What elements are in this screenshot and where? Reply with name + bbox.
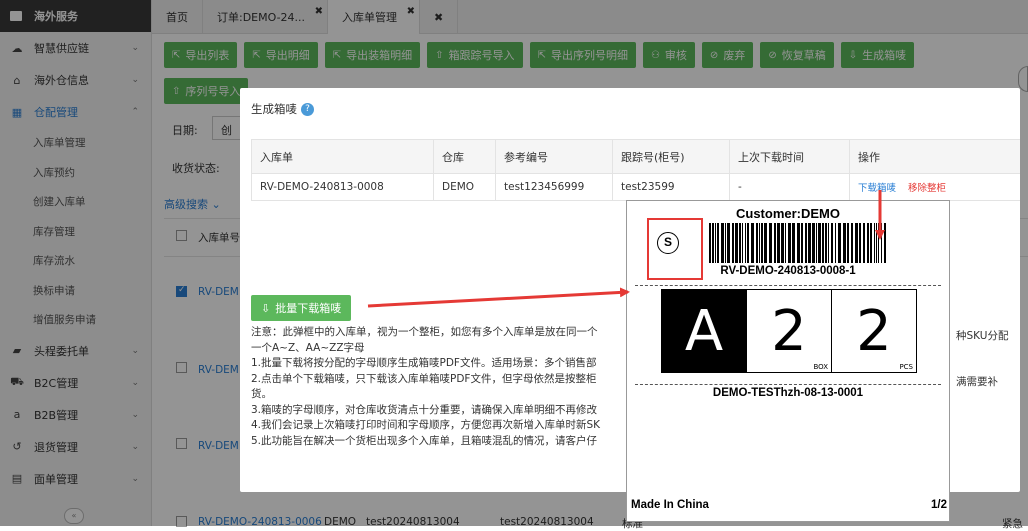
barcode-bar [825,223,827,263]
barcode-bar [843,223,846,263]
download-label-link[interactable]: 下载箱唛 [858,183,896,194]
table-row: RV-DEMO-240813-0008 DEMO test123456999 t… [251,173,1020,201]
help-icon[interactable]: ? [301,102,314,116]
label-box-count: 2 BOX [746,290,831,372]
dashed-divider [635,285,941,286]
label-sku: DEMO-TESThzh-08-13-0001 [712,387,864,399]
barcode-bar [788,223,791,263]
table-header-row: 入库单 仓库 参考编号 跟踪号(柜号) 上次下载时间 操作 [251,139,1020,174]
barcode-bar [732,223,734,263]
note-fragment: 满需要补 [956,376,998,388]
modal-title: 生成箱唛? [251,101,314,117]
label-barcode-text: RV-DEMO-240813-0008-1 [720,265,856,277]
modal-title-text: 生成箱唛 [251,102,297,116]
column-header: 上次下载时间 [729,139,850,174]
barcode-bar [781,223,784,263]
cell-actions: 下载箱唛 移除整柜 [849,173,1020,201]
label-pcs-count: 2 PCS [831,290,916,372]
barcode-bar [764,223,767,263]
batch-download-button[interactable]: ⇩ 批量下载箱唛 [251,295,352,321]
column-header: 入库单 [251,139,434,174]
barcode-bar [831,223,833,263]
barcode-image [709,223,886,263]
barcode-bar [838,223,841,263]
cell-warehouse: DEMO [433,173,496,201]
barcode-bar [805,223,807,263]
barcode-bar [756,223,758,263]
barcode-bar [717,223,719,263]
barcode-bar [715,223,716,263]
cell-tracking: test23599 [612,173,730,201]
barcode-bar [727,223,730,263]
barcode-bar [851,223,853,263]
barcode-bar [818,223,821,263]
barcode-bar [816,223,817,263]
label-symbol: S [657,232,679,254]
barcode-bar [739,223,741,263]
barcode-bar [859,223,861,263]
label-page: 1/2 [931,499,947,511]
barcode-bar [721,223,724,263]
column-header: 操作 [849,139,1020,174]
column-header: 仓库 [433,139,496,174]
button-label: 批量下载箱唛 [275,302,342,315]
barcode-bar [797,223,800,263]
barcode-bar [785,223,786,263]
label-letter: A [662,290,746,372]
barcode-bar [751,223,754,263]
pcs-unit: PCS [899,363,913,371]
cell-reference: test123456999 [495,173,613,201]
barcode-bar [745,223,746,263]
barcode-bar [812,223,815,263]
barcode-bar [769,223,772,263]
barcode-bar [801,223,803,263]
barcode-bar [878,223,879,263]
barcode-bar [874,223,875,263]
barcode-bar [774,223,776,263]
barcode-bar [835,223,836,263]
barcode-bar [759,223,760,263]
label-origin: Made In China [631,499,709,511]
barcode-bar [742,223,743,263]
label-box-grid: A 2 BOX 2 PCS [661,289,917,373]
barcode-bar [863,223,865,263]
barcode-bar [792,223,795,263]
barcode-bar [855,223,858,263]
box-unit: BOX [813,363,828,371]
barcode-bar [867,223,869,263]
barcode-bar [881,223,882,263]
barcode-bar [777,223,780,263]
barcode-bar [822,223,824,263]
barcode-bar [808,223,811,263]
barcode-bar [828,223,829,263]
column-header: 参考编号 [495,139,613,174]
modal-table: 入库单 仓库 参考编号 跟踪号(柜号) 上次下载时间 操作 RV-DEMO-24… [251,139,1020,201]
dashed-divider [635,384,941,385]
shipping-label-preview: Customer:DEMO S RV-DEMO-240813-0008-1 A … [626,200,950,522]
cell-inbound: RV-DEMO-240813-0008 [251,173,434,201]
barcode-bar [735,223,738,263]
remove-container-link[interactable]: 移除整柜 [908,183,946,194]
barcode-bar [876,223,877,263]
barcode-bar [712,223,714,263]
column-header: 跟踪号(柜号) [612,139,730,174]
box-count-value: 2 [771,298,807,364]
pcs-count-value: 2 [856,298,892,364]
barcode-bar [747,223,749,263]
barcode-bar [884,223,886,263]
barcode-bar [870,223,872,263]
barcode-bar [725,223,726,263]
barcode-bar [709,223,711,263]
cell-last-download: - [729,173,850,201]
letter-value: A [684,298,724,364]
note-fragment: 种SKU分配 [956,330,1009,342]
barcode-bar [847,223,849,263]
download-icon: ⇩ [261,301,271,315]
barcode-bar [761,223,763,263]
